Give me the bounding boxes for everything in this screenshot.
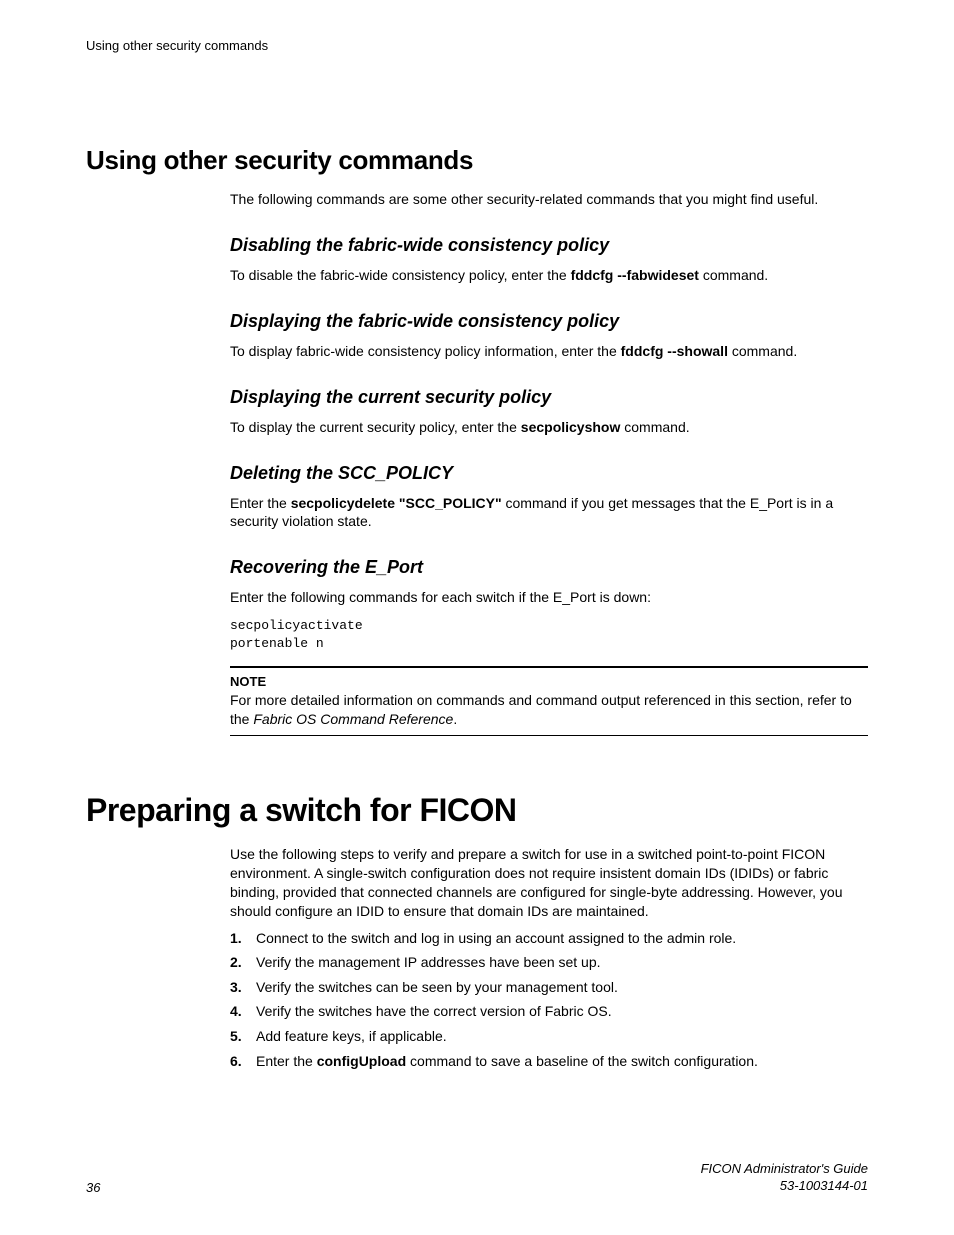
list-item: 4. Verify the switches have the correct …	[230, 1002, 868, 1022]
heading-recover-eport: Recovering the E_Port	[230, 557, 868, 578]
intro-paragraph: The following commands are some other se…	[230, 190, 868, 209]
display-fabric-paragraph: To display fabric-wide consistency polic…	[230, 342, 868, 361]
text: .	[453, 711, 457, 727]
text: command to save a baseline of the switch…	[406, 1053, 758, 1069]
note-text: For more detailed information on command…	[230, 691, 868, 729]
code-block: secpolicyactivate portenable n	[230, 617, 868, 652]
heading-disable-policy: Disabling the fabric-wide consistency po…	[230, 235, 868, 256]
guide-title: FICON Administrator's Guide	[701, 1161, 868, 1178]
step-number: 3.	[230, 978, 256, 998]
step-text: Verify the management IP addresses have …	[256, 953, 601, 973]
command-text: fddcfg --fabwideset	[571, 267, 699, 283]
recover-paragraph: Enter the following commands for each sw…	[230, 588, 868, 607]
list-item: 5. Add feature keys, if applicable.	[230, 1027, 868, 1047]
text: To display the current security policy, …	[230, 419, 521, 435]
text: To display fabric-wide consistency polic…	[230, 343, 621, 359]
command-text: configUpload	[317, 1053, 406, 1069]
delete-scc-paragraph: Enter the secpolicydelete "SCC_POLICY" c…	[230, 494, 868, 532]
text: command.	[699, 267, 768, 283]
step-text: Verify the switches can be seen by your …	[256, 978, 618, 998]
note-label: NOTE	[230, 674, 868, 689]
list-item: 2. Verify the management IP addresses ha…	[230, 953, 868, 973]
list-item: 1. Connect to the switch and log in usin…	[230, 929, 868, 949]
heading-display-security: Displaying the current security policy	[230, 387, 868, 408]
command-text: secpolicyshow	[521, 419, 621, 435]
step-number: 1.	[230, 929, 256, 949]
step-text: Add feature keys, if applicable.	[256, 1027, 447, 1047]
heading-display-fabric: Displaying the fabric-wide consistency p…	[230, 311, 868, 332]
step-number: 5.	[230, 1027, 256, 1047]
running-header: Using other security commands	[86, 38, 868, 53]
heading-preparing-switch: Preparing a switch for FICON	[86, 792, 868, 829]
command-text: secpolicydelete "SCC_POLICY"	[291, 495, 502, 511]
content-block-2: Use the following steps to verify and pr…	[230, 845, 868, 1071]
heading-using-other-security: Using other security commands	[86, 145, 868, 176]
text: command.	[620, 419, 689, 435]
step-text: Connect to the switch and log in using a…	[256, 929, 736, 949]
text: command.	[728, 343, 797, 359]
disable-paragraph: To disable the fabric-wide consistency p…	[230, 266, 868, 285]
page-footer: 36 FICON Administrator's Guide 53-100314…	[86, 1161, 868, 1195]
content-block: The following commands are some other se…	[230, 190, 868, 736]
prepare-intro: Use the following steps to verify and pr…	[230, 845, 868, 921]
page-number: 36	[86, 1180, 100, 1195]
text: Enter the	[256, 1053, 317, 1069]
step-text: Enter the configUpload command to save a…	[256, 1052, 758, 1072]
step-number: 2.	[230, 953, 256, 973]
list-item: 3. Verify the switches can be seen by yo…	[230, 978, 868, 998]
reference-title: Fabric OS Command Reference	[253, 711, 453, 727]
step-text: Verify the switches have the correct ver…	[256, 1002, 612, 1022]
step-number: 6.	[230, 1052, 256, 1072]
text: Enter the	[230, 495, 291, 511]
list-item: 6. Enter the configUpload command to sav…	[230, 1052, 868, 1072]
text: To disable the fabric-wide consistency p…	[230, 267, 571, 283]
display-security-paragraph: To display the current security policy, …	[230, 418, 868, 437]
heading-delete-scc: Deleting the SCC_POLICY	[230, 463, 868, 484]
doc-number: 53-1003144-01	[701, 1178, 868, 1195]
command-text: fddcfg --showall	[621, 343, 728, 359]
steps-list: 1. Connect to the switch and log in usin…	[230, 929, 868, 1072]
step-number: 4.	[230, 1002, 256, 1022]
doc-info: FICON Administrator's Guide 53-1003144-0…	[701, 1161, 868, 1195]
document-page: Using other security commands Using othe…	[0, 0, 954, 1235]
note-block: NOTE For more detailed information on co…	[230, 666, 868, 736]
